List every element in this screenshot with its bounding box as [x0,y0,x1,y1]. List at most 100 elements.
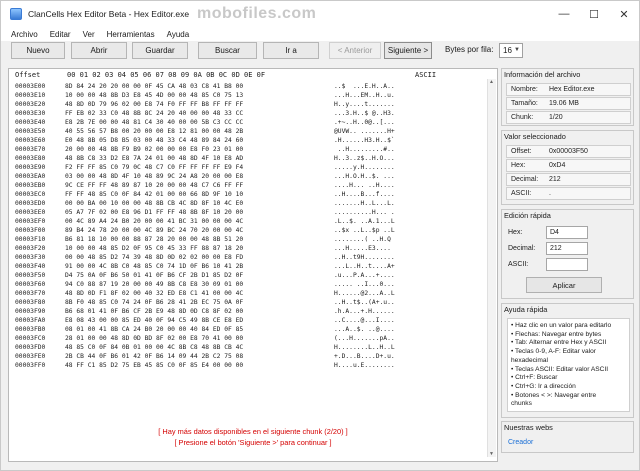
hex-row-ascii[interactable]: .h.A...+.H...... [334,308,395,315]
menu-ayuda[interactable]: Ayuda [161,30,196,39]
help-line: • Botones < >: Navegar entre [511,391,597,399]
hex-row-ascii[interactable]: @UVW.. .......H+ [334,128,395,135]
hex-row-ascii[interactable]: ...H...EM..H..u. [334,92,395,99]
hex-row: 00003FE0 2B CB 44 0F B6 01 42 0F B6 14 09… [9,353,497,362]
hex-row-bytes[interactable]: 94 C0 88 87 19 20 00 00 49 8B C8 E8 30 0… [65,281,243,288]
hex-row-bytes[interactable]: E0 48 8B 05 D8 B5 03 00 48 33 C4 48 89 8… [65,137,243,144]
hex-row-ascii[interactable]: ..$x ..L..$p ..L [334,227,395,234]
open-button[interactable]: Abrir [71,42,127,59]
hex-row-ascii[interactable]: H....u.E........ [334,362,395,369]
hex-row-ascii[interactable]: H..3..z$..H.O... [334,155,395,162]
menu-archivo[interactable]: Archivo [5,30,44,39]
hex-row-ascii[interactable]: ...L..H..t....A+ [334,263,395,270]
hex-row-ascii[interactable]: ..H..t$..(A+.u.. [334,299,395,306]
hex-row-bytes[interactable]: F2 FF FF 85 C0 79 0C 48 C7 C0 FF FF FF F… [65,164,243,171]
hex-row-bytes[interactable]: 9C CE FF FF 48 89 87 10 20 00 00 48 C7 C… [65,182,243,189]
hex-row-ascii[interactable]: H..y....t....... [334,101,395,108]
hex-view[interactable]: Offset 00 01 02 03 04 05 06 07 08 09 0A … [8,68,498,462]
new-button[interactable]: Nuevo [11,42,65,59]
hex-row-bytes[interactable]: 00 4C 89 A4 24 B0 20 00 00 41 BC 31 00 0… [65,218,243,225]
hex-row-bytes[interactable]: 10 00 00 48 8B D3 E8 45 4D 00 00 48 85 C… [65,92,243,99]
hex-scrollbar[interactable]: ▲ ▼ [487,79,496,457]
hex-row-ascii[interactable]: .u...P.A...+.... [334,272,395,279]
hex-row-bytes[interactable]: 48 8B C8 33 D2 E8 7A 24 01 00 48 8D 4F 1… [65,155,243,162]
hex-row-bytes[interactable]: 2B CB 44 0F B6 01 42 0F B6 14 09 44 2B C… [65,353,243,360]
hex-row-bytes[interactable]: 10 00 00 48 85 D2 0F 95 C0 45 33 FF 88 8… [65,245,243,252]
creator-link[interactable]: Creador [508,439,533,446]
hex-row-bytes[interactable]: D4 75 0A 0F B6 50 01 41 0F B6 CF 2B D1 8… [65,272,243,279]
hex-row-offset: 00003F00 [15,227,46,234]
file-name-label: Nombre: [511,86,538,93]
hex-row-ascii[interactable]: .+~..H..0@..[... [334,119,395,126]
hex-input[interactable]: D4 [546,226,588,239]
hex-row-offset: 00003FB0 [15,326,46,333]
maximize-icon[interactable]: ☐ [579,1,609,27]
hex-row-ascii[interactable]: .H......H3.H..$` [334,137,395,144]
quick-edit-dec-row: Decimal: 212 [508,242,628,255]
hex-row-ascii[interactable]: ..H....B...f.... [334,191,395,198]
close-icon[interactable]: ✕ [609,1,639,27]
hex-row: 00003E20 48 8D 0D 79 96 02 00 E8 74 F0 FF… [9,101,497,110]
hex-row-ascii[interactable]: +.D...B....D+.u. [334,353,395,360]
hex-row-bytes[interactable]: 00 00 48 85 D2 74 39 48 8D 0D 02 02 00 0… [65,254,243,261]
hex-row-bytes[interactable]: 08 01 00 41 8B CA 24 B0 20 00 00 40 84 E… [65,326,243,333]
goto-button[interactable]: Ir a [263,42,319,59]
hex-row-ascii[interactable]: ...H.....E3.... [334,245,395,252]
bytes-per-row-select[interactable]: 16 ▼ [499,43,523,58]
hex-row-ascii[interactable]: .L..$. ..A.1...L [334,218,395,225]
hex-row-ascii[interactable]: (...H.......pA.. [334,335,395,342]
hex-row-ascii[interactable]: H........L..H..L [334,344,395,351]
hex-row-bytes[interactable]: 28 01 00 00 48 8D 0D BD 8F 02 00 E8 70 4… [65,335,243,342]
hex-row-ascii[interactable]: .....y.H........ [334,164,395,171]
hex-row-ascii[interactable]: ..H.........#.. [334,146,395,153]
apply-button[interactable]: Aplicar [526,277,602,293]
hex-row-bytes[interactable]: FF EB 02 33 C0 48 8B 8C 24 20 40 00 00 4… [65,110,243,117]
hex-row-bytes[interactable]: 40 55 56 57 B8 00 20 00 00 E8 12 81 00 0… [65,128,243,135]
hex-row-bytes[interactable]: FF FF 48 85 C0 0F 84 42 01 00 00 66 8D 9… [65,191,243,198]
hex-row-bytes[interactable]: 00 00 BA 00 10 00 00 48 8B CB 4C 8D 8F 1… [65,200,243,207]
hex-row-ascii[interactable]: ....H... ..H.... [334,182,395,189]
selected-ascii-value: . [549,190,551,197]
search-button[interactable]: Buscar [198,42,257,59]
save-button[interactable]: Guardar [132,42,188,59]
hex-row-bytes[interactable]: 48 FF C1 85 D2 75 EB 45 85 C0 0F 85 E4 0… [65,362,243,369]
prev-chunk-button[interactable]: < Anterior [329,42,381,59]
hex-row-ascii[interactable]: ..$ ...E.H..A.. [334,83,395,90]
hex-row-ascii[interactable]: ..........H... . [334,209,395,216]
hex-row-ascii[interactable]: ..C....@...I.... [334,317,395,324]
hex-row-bytes[interactable]: 48 8D 0D F1 8F 02 00 40 32 ED E8 C1 41 0… [65,290,243,297]
ascii-input[interactable] [546,258,588,271]
hex-row: 00003E10 10 00 00 48 8B D3 E8 45 4D 00 00… [9,92,497,101]
hex-row-bytes[interactable]: B6 68 01 41 0F B6 CF 2B E9 48 8D 0D C8 8… [65,308,243,315]
hex-row-bytes[interactable]: 48 8D 0D 79 96 02 00 E8 74 F0 FF FF B8 F… [65,101,243,108]
hex-row-offset: 00003EC0 [15,191,46,198]
menu-ver[interactable]: Ver [77,30,101,39]
hex-row-ascii[interactable]: ...3.H..$ @..H3. [334,110,395,117]
hex-row-bytes[interactable]: 03 00 00 48 8D 4F 10 48 89 9C 24 A8 20 0… [65,173,243,180]
hex-row-ascii[interactable]: H......@2...A..L [334,290,395,297]
hex-row-ascii[interactable]: ........( ..H.Q [334,236,395,243]
hex-row-ascii[interactable]: ..H..t9H........ [334,254,395,261]
hex-row-bytes[interactable]: B6 81 18 10 00 00 88 87 28 20 00 00 48 8… [65,236,243,243]
hex-row-bytes[interactable]: E8 08 43 00 00 85 ED 40 0F 94 C5 49 8B C… [65,317,243,324]
hex-row-bytes[interactable]: E8 2B 7E 00 00 48 81 C4 30 40 00 00 5B C… [65,119,243,126]
decimal-input[interactable]: 212 [546,242,588,255]
menu-herramientas[interactable]: Herramientas [101,30,161,39]
next-chunk-button[interactable]: Siguiente > [384,42,432,59]
hex-row-bytes[interactable]: 8D 84 24 20 20 00 00 0F 45 CA 48 03 C8 4… [65,83,243,90]
hex-row-bytes[interactable]: 91 00 00 4C 8B C0 48 85 C0 74 1D 0F B6 1… [65,263,243,270]
hex-row-bytes[interactable]: 20 00 00 48 8B F9 B9 02 00 00 00 E8 F0 2… [65,146,243,153]
hex-row-bytes[interactable]: 89 B4 24 78 20 00 00 4C 89 BC 24 70 20 0… [65,227,243,234]
scroll-up-icon[interactable]: ▲ [489,79,494,85]
hex-row: 00003E40 E8 2B 7E 00 00 48 81 C4 30 40 00… [9,119,497,128]
hex-row-ascii[interactable]: .......H..L...L. [334,200,395,207]
hex-row-ascii[interactable]: ...H.O.H..$. ... [334,173,395,180]
hex-row-bytes[interactable]: 48 85 C0 0F 84 0B 01 00 00 4C 8B C8 48 8… [65,344,243,351]
scroll-down-icon[interactable]: ▼ [489,451,494,457]
hex-row-bytes[interactable]: 05 A7 7F 02 00 E8 96 D1 FF FF 48 8B 8F 1… [65,209,243,216]
hex-row-ascii[interactable]: ..... ..I...0... [334,281,395,288]
menu-editar[interactable]: Editar [44,30,77,39]
minimize-icon[interactable]: — [549,1,579,27]
hex-row-ascii[interactable]: ...A..$. ..@.... [334,326,395,333]
hex-row-bytes[interactable]: 8B F0 48 85 C0 74 24 0F B6 28 41 2B EC 7… [65,299,243,306]
